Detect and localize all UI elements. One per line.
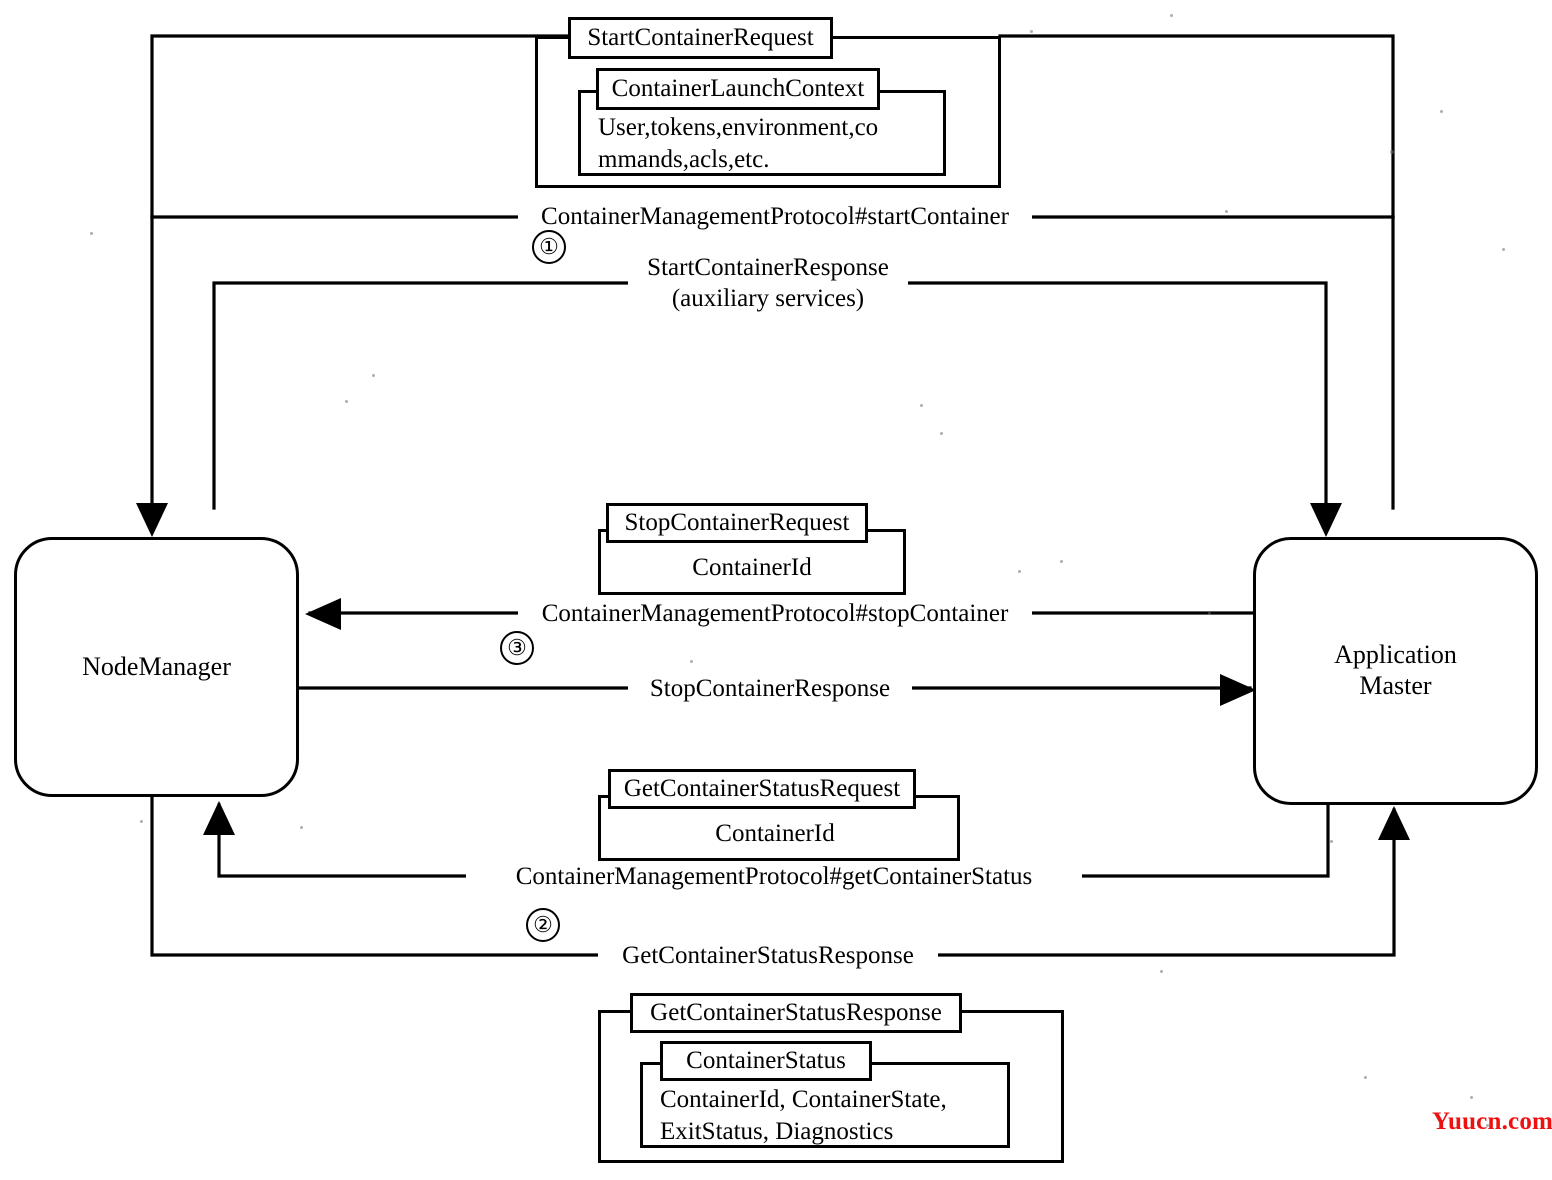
scan-speck	[1470, 1096, 1473, 1099]
container-status-title: ContainerStatus	[660, 1041, 872, 1081]
start-container-request-title: StartContainerRequest	[568, 17, 833, 59]
wire-get-status-left	[217, 803, 472, 878]
get-container-status-edge-label-text: ContainerManagementProtocol#getContainer…	[515, 863, 1033, 890]
stop-container-response-edge-label-text: StopContainerResponse	[649, 675, 891, 702]
scan-speck	[1390, 150, 1394, 154]
step-marker-1-text: ①	[539, 234, 559, 259]
start-container-edge-label-text: ContainerManagementProtocol#startContain…	[541, 203, 1009, 230]
step-marker-3-text: ③	[507, 635, 527, 660]
wire-start-response-right	[903, 281, 1328, 510]
get-container-status-response-title-text: GetContainerStatusResponse	[650, 999, 942, 1026]
scan-speck	[1170, 14, 1173, 17]
get-container-status-request-title: GetContainerStatusRequest	[608, 769, 916, 809]
stop-container-edge-label: ContainerManagementProtocol#stopContaine…	[518, 599, 1032, 630]
scan-speck	[1364, 1076, 1367, 1079]
get-container-status-response-edge-label-text: GetContainerStatusResponse	[622, 942, 914, 969]
scan-speck	[1502, 248, 1505, 251]
scan-speck	[1030, 30, 1033, 33]
site-watermark: Yuucn.com	[1432, 1108, 1552, 1135]
start-container-request-title-text: StartContainerRequest	[587, 24, 814, 51]
scan-speck	[690, 660, 693, 663]
scan-speck	[920, 404, 923, 407]
scan-speck	[1060, 560, 1063, 563]
stop-container-request-fields: ContainerId	[692, 554, 812, 581]
stop-container-response-edge-label: StopContainerResponse	[628, 674, 912, 705]
scan-speck	[1208, 612, 1211, 615]
scan-speck	[1160, 970, 1163, 973]
wire-start-response-left	[212, 281, 632, 510]
get-container-status-edge-label: ContainerManagementProtocol#getContainer…	[466, 862, 1082, 893]
stop-container-request-title-text: StopContainerRequest	[624, 509, 850, 536]
scan-speck	[140, 820, 143, 823]
scan-speck	[940, 432, 943, 435]
scan-speck	[1486, 1124, 1489, 1127]
scan-speck	[345, 400, 348, 403]
container-launch-context-title-text: ContainerLaunchContext	[611, 75, 865, 102]
wire-get-status-right	[1078, 803, 1330, 878]
container-status-fields: ContainerId, ContainerState, ExitStatus,…	[660, 1086, 947, 1145]
scan-speck	[1440, 110, 1443, 113]
container-launch-context-title: ContainerLaunchContext	[596, 68, 880, 110]
stop-container-edge-label-text: ContainerManagementProtocol#stopContaine…	[541, 600, 1009, 627]
get-container-status-request-fields: ContainerId	[715, 820, 835, 847]
step-marker-2-text: ②	[533, 912, 553, 937]
start-container-response-edge-label: StartContainerResponse (auxiliary servic…	[628, 253, 908, 314]
node-manager-node[interactable]: NodeManager	[14, 537, 299, 797]
application-master-label: Application Master	[1334, 640, 1457, 700]
scan-speck	[1225, 210, 1228, 213]
container-launch-context-fields: User,tokens,environment,co mmands,acls,e…	[598, 114, 879, 173]
step-marker-1: ①	[532, 230, 566, 264]
start-container-edge-label: ContainerManagementProtocol#startContain…	[518, 202, 1032, 233]
get-container-status-response-edge-label: GetContainerStatusResponse	[598, 941, 938, 972]
scan-speck	[300, 826, 303, 829]
container-status-title-text: ContainerStatus	[686, 1047, 846, 1074]
node-manager-label: NodeManager	[82, 651, 231, 681]
application-master-node[interactable]: Application Master	[1253, 537, 1538, 805]
scan-speck	[90, 232, 93, 235]
scan-speck	[372, 374, 375, 377]
diagram-canvas: NodeManager Application Master StartCont…	[0, 0, 1552, 1180]
stop-container-request-title: StopContainerRequest	[606, 503, 868, 543]
scan-speck	[1018, 570, 1021, 573]
start-container-request-struct: StartContainerRequest ContainerLaunchCon…	[0, 0, 1552, 200]
step-marker-2: ②	[526, 908, 560, 942]
step-marker-3: ③	[500, 631, 534, 665]
get-container-status-request-title-text: GetContainerStatusRequest	[623, 775, 901, 802]
get-container-status-response-title: GetContainerStatusResponse	[630, 993, 962, 1033]
scan-speck	[1330, 840, 1333, 843]
